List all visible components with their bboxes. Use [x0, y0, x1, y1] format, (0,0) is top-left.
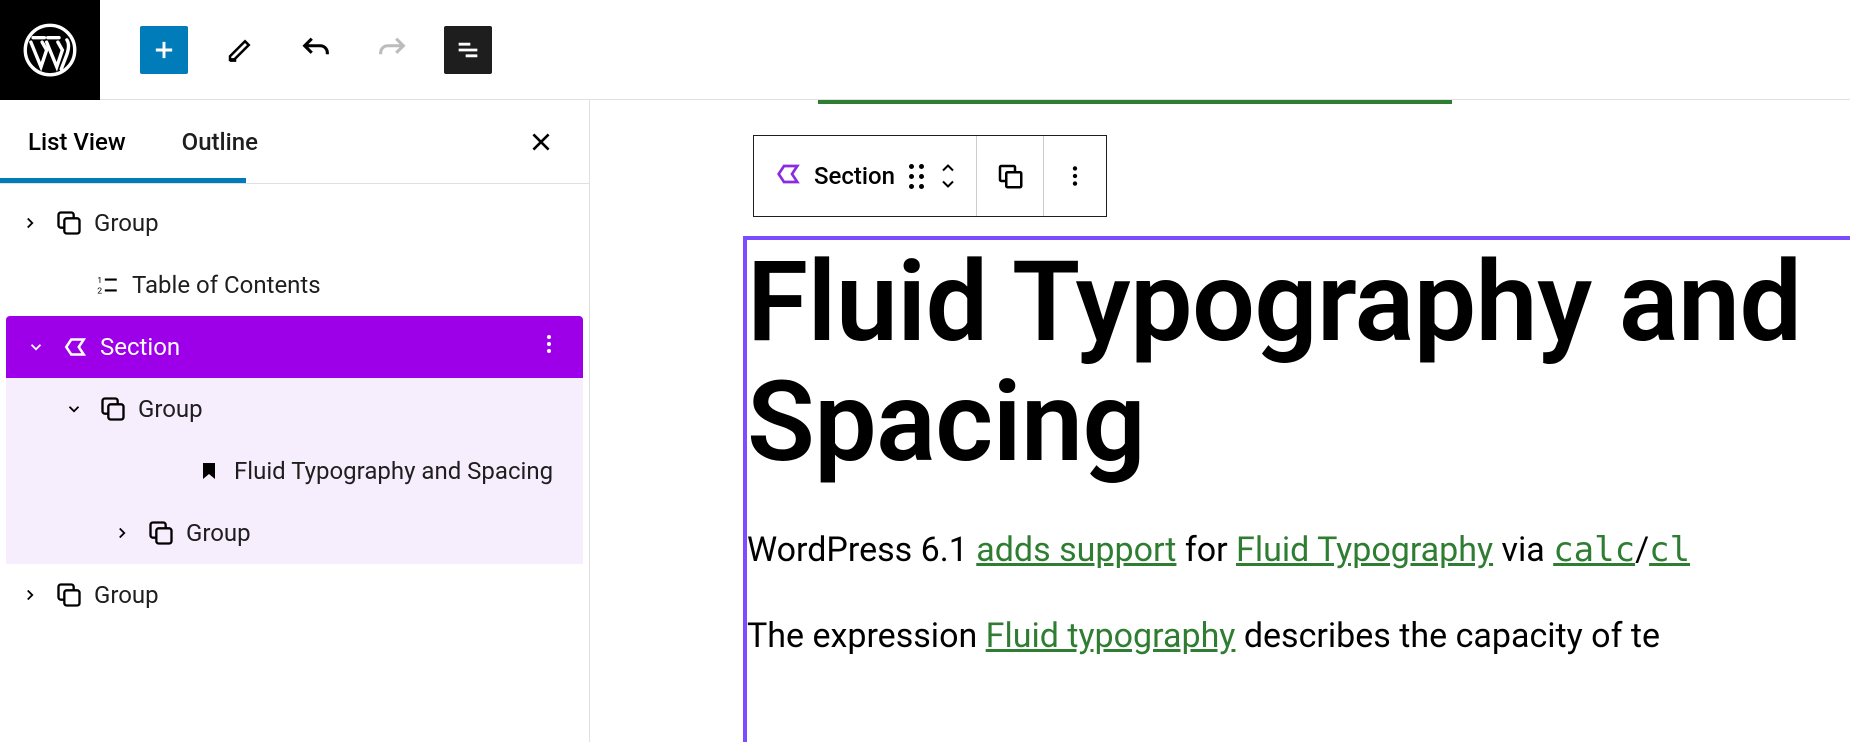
link-fluid-typography[interactable]: Fluid Typography: [1236, 530, 1493, 570]
tree-item-label: Group: [94, 209, 159, 237]
close-sidebar-button[interactable]: [521, 122, 561, 162]
section-icon: [56, 332, 94, 362]
tab-list-view[interactable]: List View: [0, 100, 154, 183]
block-mover[interactable]: [938, 161, 958, 191]
paragraph-block[interactable]: The expression Fluid typography describe…: [747, 616, 1850, 656]
text-fragment: for: [1176, 530, 1236, 570]
undo-button[interactable]: [292, 26, 340, 74]
more-options-icon[interactable]: [537, 332, 561, 362]
selected-section-outline: Fluid Typography and Spacing WordPress 6…: [743, 236, 1850, 742]
text-fragment: via: [1493, 530, 1553, 570]
block-tree: Group 12 Table of Contents Section Group…: [0, 184, 589, 626]
tree-item-group[interactable]: Group: [6, 378, 583, 440]
link-fluid-typography-def[interactable]: Fluid typography: [986, 616, 1236, 656]
code-calc: calc: [1553, 530, 1635, 570]
chevron-right-icon[interactable]: [10, 214, 50, 232]
tab-active-indicator: [0, 178, 246, 183]
chevron-down-icon[interactable]: [54, 400, 94, 418]
block-toolbar: Section: [753, 135, 1107, 217]
chevron-right-icon[interactable]: [10, 586, 50, 604]
heading-block[interactable]: Fluid Typography and Spacing: [747, 244, 1850, 484]
tree-item-heading[interactable]: Fluid Typography and Spacing: [6, 440, 583, 502]
text-fragment: WordPress 6.1: [747, 530, 976, 570]
sidebar-tabs: List View Outline: [0, 100, 589, 184]
bookmark-icon: [190, 459, 228, 483]
block-type-cell[interactable]: Section: [754, 136, 977, 216]
duplicate-button[interactable]: [977, 136, 1044, 216]
edit-tool-button[interactable]: [216, 26, 264, 74]
add-block-button[interactable]: [140, 26, 188, 74]
tree-item-label: Group: [138, 395, 203, 423]
svg-text:1: 1: [97, 276, 102, 286]
paragraph-block[interactable]: WordPress 6.1 adds support for Fluid Typ…: [747, 530, 1850, 570]
text-fragment: The expression: [747, 616, 986, 656]
tree-item-label: Group: [94, 581, 159, 609]
drag-handle-icon[interactable]: [909, 164, 924, 189]
block-options-button[interactable]: [1044, 136, 1106, 216]
tree-item-toc[interactable]: 12 Table of Contents: [0, 254, 589, 316]
chevron-down-icon[interactable]: [16, 338, 56, 356]
wordpress-logo-button[interactable]: [0, 0, 100, 100]
svg-text:2: 2: [97, 287, 102, 297]
document-sidebar: List View Outline Group 12 Table of Cont…: [0, 100, 590, 742]
top-toolbar: [0, 0, 1850, 100]
tree-item-group[interactable]: Group: [0, 192, 589, 254]
text-fragment: /: [1635, 530, 1649, 570]
group-icon: [50, 581, 88, 609]
tree-item-label: Group: [186, 519, 251, 547]
tree-item-group[interactable]: Group: [6, 502, 583, 564]
link-adds-support[interactable]: adds support: [976, 530, 1176, 570]
group-icon: [50, 209, 88, 237]
group-icon: [94, 395, 132, 423]
tree-item-group[interactable]: Group: [0, 564, 589, 626]
chevron-right-icon[interactable]: [102, 524, 142, 542]
text-fragment: describes the capacity of te: [1235, 616, 1660, 656]
tree-item-section-selected[interactable]: Section: [6, 316, 583, 378]
tree-item-label: Table of Contents: [132, 271, 321, 299]
toc-icon: 12: [88, 272, 126, 298]
code-cl: cl: [1649, 530, 1690, 570]
tree-item-label: Fluid Typography and Spacing: [234, 457, 553, 485]
link-underline-fragment: [818, 100, 1452, 104]
tree-item-label: Section: [100, 333, 180, 361]
redo-button[interactable]: [368, 26, 416, 74]
block-type-label: Section: [814, 162, 895, 190]
section-icon: [772, 158, 804, 194]
document-overview-button[interactable]: [444, 26, 492, 74]
tab-outline[interactable]: Outline: [154, 100, 286, 183]
group-icon: [142, 519, 180, 547]
